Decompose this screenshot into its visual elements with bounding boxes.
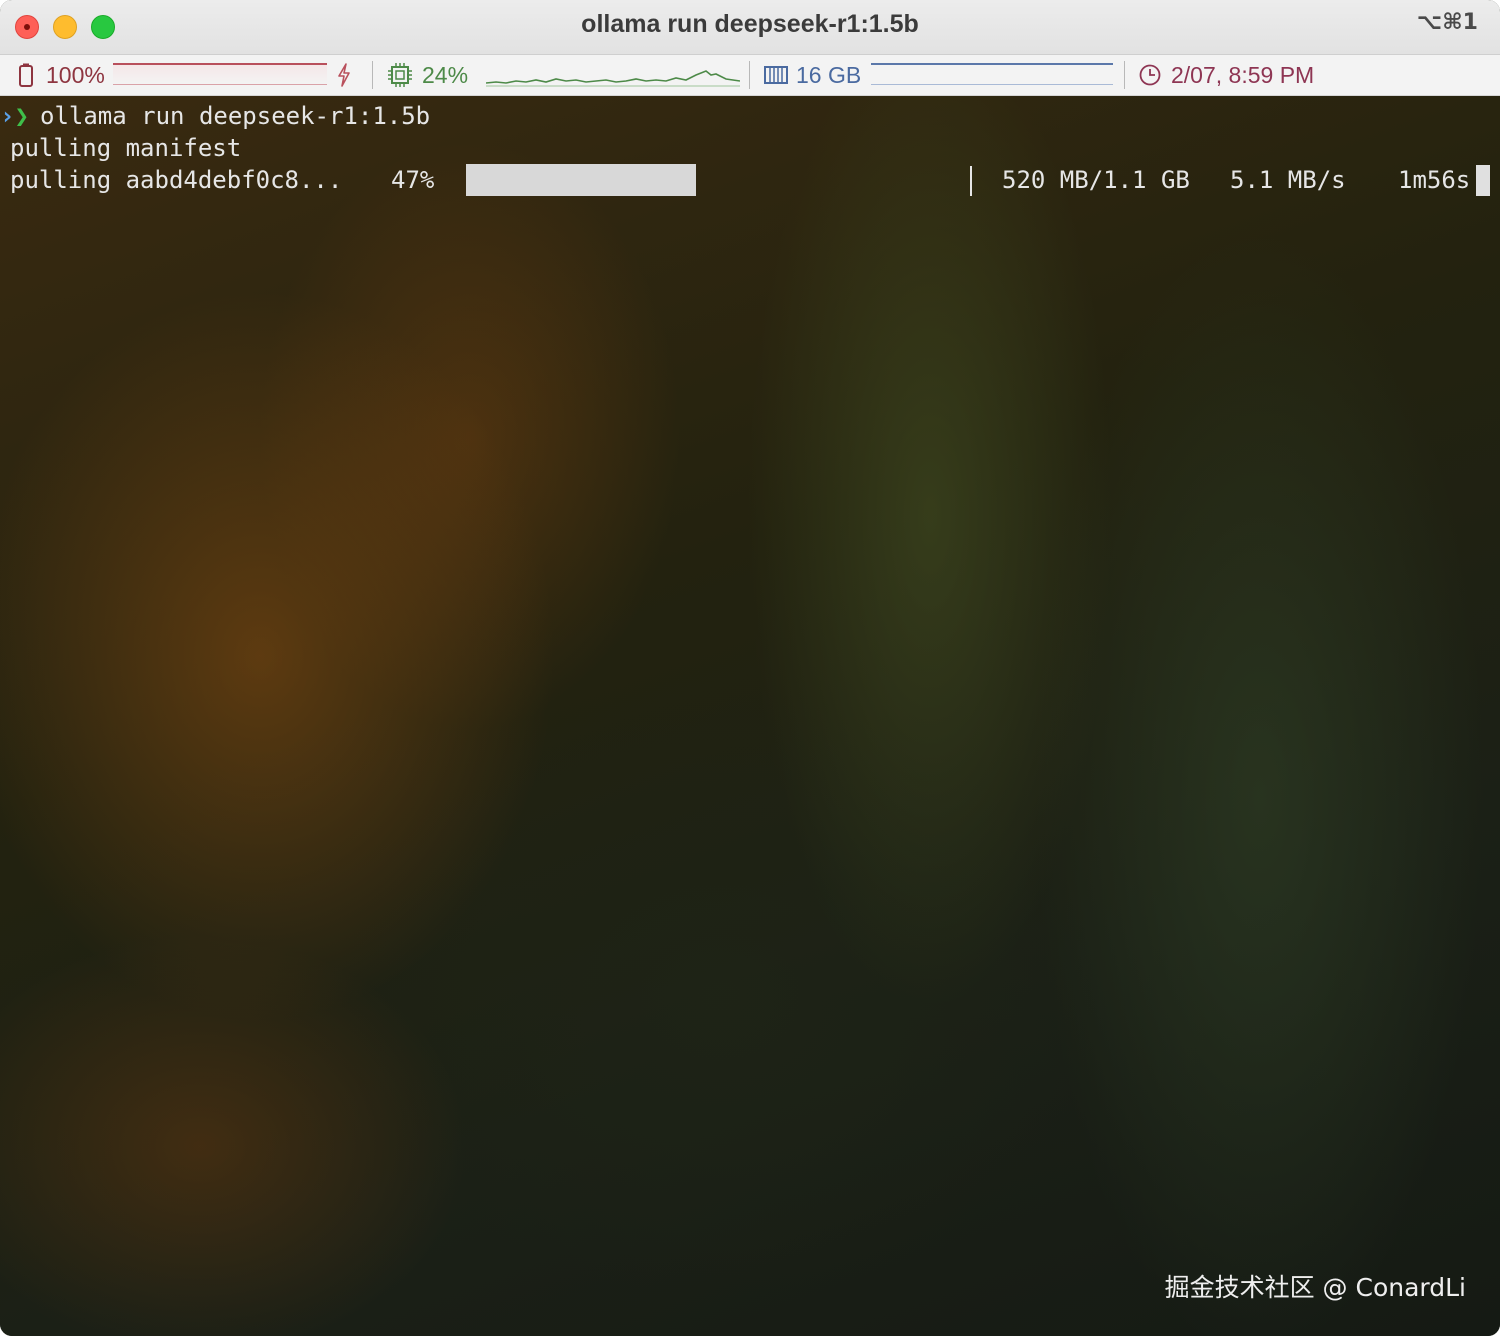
- terminal-cursor: [1476, 165, 1490, 196]
- watermark: 掘金技术社区 @ ConardLi: [1164, 1273, 1466, 1302]
- cpu-percent: 24%: [422, 61, 469, 88]
- window-shortcut: ⌥⌘1: [1416, 10, 1478, 35]
- battery-icon: [19, 63, 33, 87]
- status-separator: [749, 61, 750, 89]
- battery-percent: 100%: [46, 61, 105, 88]
- clock-icon: [1139, 64, 1161, 86]
- terminal-window: ollama run deepseek-r1:1.5b ⌥⌘1 100% 24%: [0, 0, 1500, 1336]
- prompt-symbol: ›❯: [0, 102, 29, 130]
- pull-percent: 47%: [391, 166, 435, 194]
- battery-meter: [113, 63, 327, 85]
- pull-speed: 5.1 MB/s: [1230, 166, 1346, 194]
- clock-status: 2/07, 8:59 PM: [1139, 55, 1314, 95]
- memory-status: 16 GB: [764, 55, 861, 95]
- memory-icon: [764, 66, 788, 84]
- cpu-status: 24%: [388, 55, 468, 95]
- memory-meter: [871, 63, 1113, 85]
- output-pull-layer: pulling aabd4debf0c8...: [10, 166, 343, 194]
- terminal-content[interactable]: ›❯ ollama run deepseek-r1:1.5b pulling m…: [0, 96, 1500, 1336]
- progress-bar-end: [970, 166, 972, 196]
- pull-size: 520 MB/1.1 GB: [1002, 166, 1190, 194]
- battery-status: 100%: [18, 55, 105, 95]
- clock-time: 2/07, 8:59 PM: [1171, 61, 1315, 88]
- memory-amount: 16 GB: [796, 61, 862, 88]
- status-separator: [372, 61, 373, 89]
- pull-eta: 1m56s: [1398, 166, 1471, 194]
- window-title: ollama run deepseek-r1:1.5b: [581, 10, 919, 38]
- cpu-history-graph: [486, 70, 740, 87]
- download-progress-bar: [466, 164, 696, 196]
- cpu-chip-icon: [388, 63, 412, 87]
- status-bar: 100% 24% 16 GB 2/07, 8:59 PM: [0, 55, 1500, 96]
- command-line: ollama run deepseek-r1:1.5b: [40, 102, 431, 130]
- title-bar: ollama run deepseek-r1:1.5b ⌥⌘1: [0, 0, 1500, 55]
- lightning-icon: [338, 63, 350, 87]
- status-separator: [1124, 61, 1125, 89]
- output-pulling-manifest: pulling manifest: [10, 134, 242, 162]
